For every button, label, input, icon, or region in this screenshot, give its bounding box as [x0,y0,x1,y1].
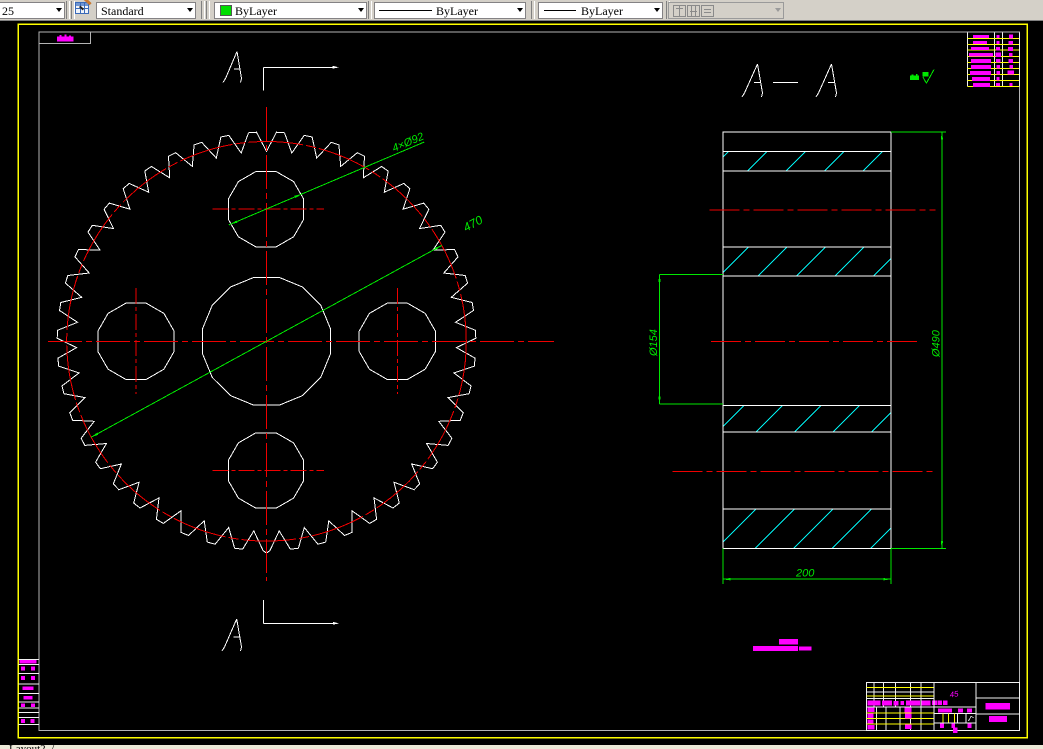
svg-text:Ø490: Ø490 [931,329,943,358]
svg-text:200: 200 [795,568,815,580]
svg-text:45: 45 [949,689,960,699]
svg-text:Ø154: Ø154 [648,329,660,357]
